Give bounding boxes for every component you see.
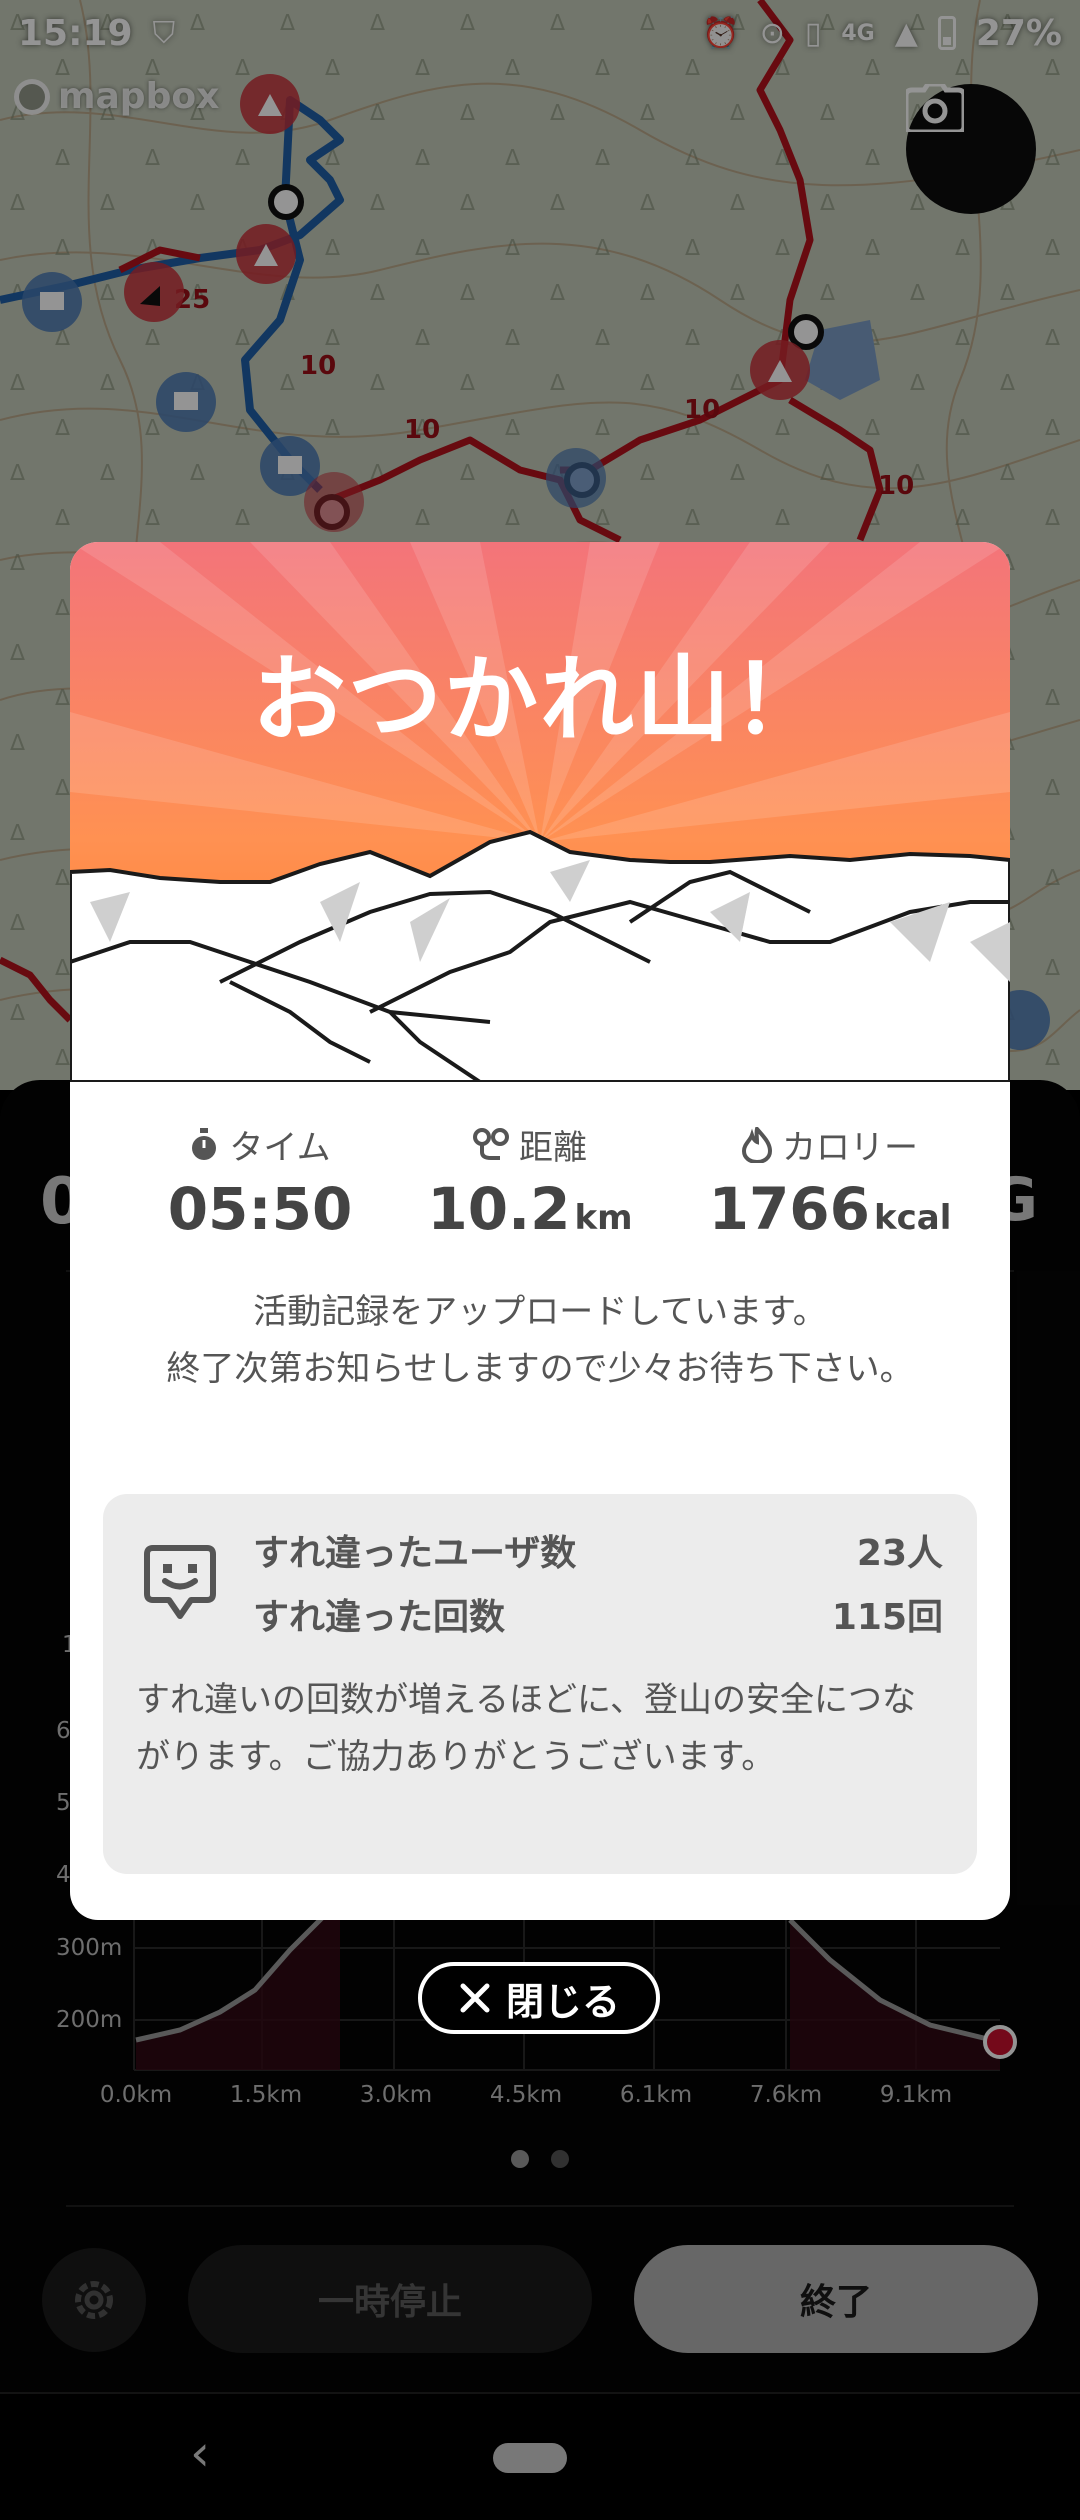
passing-users-label: すれ違ったユーザ数 (253, 1533, 577, 1574)
flame-icon (742, 1126, 772, 1163)
stat-calorie: カロリー 1766 kcal (670, 1120, 990, 1243)
upload-message-line: 活動記録をアップロードしています。 (253, 1292, 827, 1332)
route-pin-icon (473, 1127, 509, 1160)
stat-distance-value-group: 10.2 km (380, 1175, 680, 1243)
passing-count-label: すれ違った回数 (253, 1597, 506, 1638)
finish-dialog: おつかれ山！ タイム 05:50 距離 10.2 km カロリー 1766 kc… (70, 542, 1010, 1920)
stat-calorie-value-group: 1766 kcal (670, 1175, 990, 1243)
stopwatch-icon (192, 1127, 217, 1160)
passing-note: すれ違いの回数が増えるほどに、登山の安全につながります。ご協力ありがとうございま… (136, 1680, 916, 1777)
stat-distance: 距離 10.2 km (380, 1120, 680, 1243)
stat-time: タイム 05:50 (110, 1120, 410, 1243)
stat-calorie-unit: kcal (874, 1198, 952, 1238)
close-button[interactable]: 閉じる (418, 1962, 660, 2034)
passing-users-value: 23人 (856, 1533, 943, 1574)
passing-count-value: 115回 (831, 1597, 943, 1638)
close-icon (460, 1983, 490, 2013)
mountain-illustration (70, 542, 1010, 1084)
speech-face-icon (144, 1545, 216, 1619)
passing-count-row: すれ違った回数 115回 (253, 1588, 943, 1640)
activity-stats: タイム 05:50 距離 10.2 km カロリー 1766 kcal (70, 1120, 1010, 1250)
close-button-label: 閉じる (505, 1979, 620, 2024)
upload-message: 活動記録をアップロードしています。 終了次第お知らせしますので少々お待ち下さい。 (130, 1284, 950, 1398)
stat-distance-label: 距離 (519, 1128, 587, 1168)
passing-users-row: すれ違ったユーザ数 23人 (253, 1524, 943, 1576)
stat-calorie-label: カロリー (782, 1128, 918, 1168)
upload-message-line: 終了次第お知らせしますので少々お待ち下さい。 (166, 1349, 914, 1389)
passing-info-card: すれ違ったユーザ数 23人 すれ違った回数 115回 すれ違いの回数が増えるほど… (103, 1494, 977, 1874)
stat-time-value: 05:50 (167, 1175, 353, 1243)
stat-calorie-value: 1766 (708, 1175, 871, 1243)
hero-banner: おつかれ山！ (70, 542, 1010, 1084)
stat-distance-unit: km (574, 1198, 633, 1238)
stat-distance-value: 10.2 (427, 1175, 571, 1243)
dialog-title: おつかれ山！ (251, 646, 828, 755)
stat-time-label: タイム (229, 1128, 331, 1168)
